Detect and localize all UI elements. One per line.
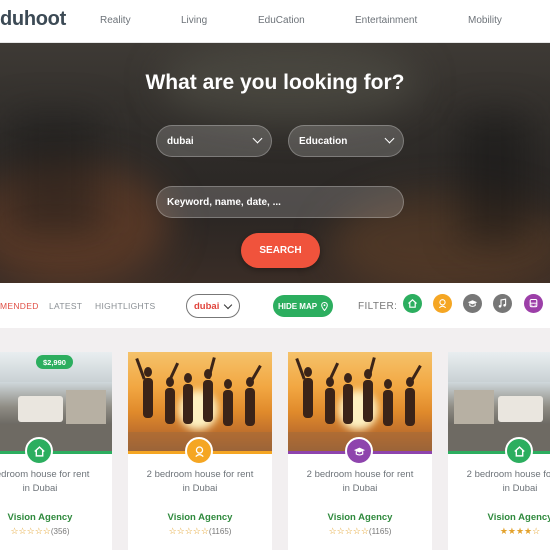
city-select-value: dubai <box>194 300 220 312</box>
listing-card[interactable]: 2 bedroom house for rent in Dubai Vision… <box>448 352 550 550</box>
agency-name[interactable]: Vision Agency <box>0 512 112 523</box>
agency-name[interactable]: Vision Agency <box>128 512 272 523</box>
city-dropdown-value: dubai <box>167 135 194 147</box>
filter-label: FILTER: <box>358 301 398 312</box>
stars: ★★★★☆ <box>499 526 541 536</box>
city-select[interactable]: dubai <box>186 294 240 318</box>
stars: ☆☆☆☆☆ <box>328 526 369 536</box>
nav-item-education[interactable]: EduCation <box>258 15 305 26</box>
category-strip <box>448 451 550 454</box>
listing-title-line: 2 bedroom house for rent <box>146 469 254 480</box>
listing-title-line: in Dubai <box>502 483 538 494</box>
tab-latest[interactable]: LATEST <box>49 301 82 311</box>
listing-title[interactable]: bedroom house for rent in Dubai <box>0 468 106 496</box>
category-strip <box>0 451 112 454</box>
stars: ☆☆☆☆☆ <box>168 526 209 536</box>
listing-title-line: 2 bedroom house for rent <box>306 469 414 480</box>
category-badge <box>25 437 53 465</box>
listing-title-line: in Dubai <box>182 483 218 494</box>
hero-background-building <box>10 113 100 233</box>
listing-title[interactable]: 2 bedroom house for rent in Dubai <box>454 468 550 496</box>
category-badge <box>345 437 373 465</box>
agency-name[interactable]: Vision Agency <box>288 512 432 523</box>
search-button[interactable]: SEARCH <box>241 233 320 268</box>
page: duhoot Reality Living EduCation Entertai… <box>0 0 550 550</box>
hero-title: What are you looking for? <box>145 71 405 94</box>
home-icon <box>408 298 417 308</box>
filter-graduation-button[interactable] <box>463 294 482 313</box>
listing-title-line: 2 bedroom house for rent <box>466 469 550 480</box>
filter-bar: MENDED LATEST HIGHTLIGHTS dubai HIDE MAP… <box>0 283 550 328</box>
chevron-down-icon <box>252 133 263 144</box>
agency-name[interactable]: Vision Agency <box>448 512 550 523</box>
category-badge <box>185 437 213 465</box>
hero-search: What are you looking for? dubai Educatio… <box>0 43 550 283</box>
home-icon <box>513 445 525 457</box>
filter-music-button[interactable] <box>493 294 512 313</box>
star-rating: ☆☆☆☆☆(356) <box>0 526 112 537</box>
chevron-down-icon <box>384 133 395 144</box>
stars: ☆☆☆☆☆ <box>10 526 51 536</box>
graduation-cap-icon <box>353 447 365 456</box>
tab-recommended[interactable]: MENDED <box>0 301 39 311</box>
city-dropdown[interactable]: dubai <box>156 125 272 157</box>
review-count: (1165) <box>368 527 392 536</box>
listing-card[interactable]: 2 bedroom house for rent in Dubai Vision… <box>128 352 272 550</box>
nav-item-living[interactable]: Living <box>181 15 207 26</box>
hide-map-button[interactable]: HIDE MAP <box>273 295 333 317</box>
category-dropdown-value: Education <box>299 135 348 147</box>
listing-card[interactable]: 2 bedroom house for rent in Dubai Vision… <box>288 352 432 550</box>
star-rating: ☆☆☆☆☆(1165) <box>288 526 432 537</box>
education-icon <box>438 299 447 309</box>
review-count: (356) <box>50 527 70 536</box>
filter-home-button[interactable] <box>403 294 422 313</box>
nav-item-mobility[interactable]: Mobility <box>468 15 502 26</box>
map-pin-icon <box>321 301 328 311</box>
listing-title[interactable]: 2 bedroom house for rent in Dubai <box>294 468 426 496</box>
star-rating: ★★★★☆ <box>448 526 550 537</box>
keyword-placeholder: Keyword, name, date, ... <box>167 196 281 208</box>
listing-title[interactable]: 2 bedroom house for rent in Dubai <box>134 468 266 496</box>
price-badge: $2,990 <box>36 355 73 369</box>
home-icon <box>33 445 45 457</box>
filter-bus-button[interactable] <box>524 294 543 313</box>
star-rating: ☆☆☆☆☆(1165) <box>128 526 272 537</box>
graduation-cap-icon <box>467 300 478 307</box>
tab-highlights[interactable]: HIGHTLIGHTS <box>95 301 155 311</box>
education-icon <box>194 445 204 457</box>
keyword-search-input[interactable]: Keyword, name, date, ... <box>156 186 404 218</box>
listing-title-line: bedroom house for rent <box>0 469 90 480</box>
music-icon <box>498 298 507 308</box>
listing-title-line: in Dubai <box>22 483 58 494</box>
hide-map-label: HIDE MAP <box>277 301 318 311</box>
bus-icon <box>529 298 538 308</box>
category-badge <box>505 437 533 465</box>
listing-card[interactable]: $2,990 bedroom house for rent in Dubai V… <box>0 352 112 550</box>
nav-item-reality[interactable]: Reality <box>100 15 131 26</box>
chevron-down-icon <box>223 300 233 310</box>
brand-logo[interactable]: duhoot <box>0 8 66 31</box>
nav-item-entertainment[interactable]: Entertainment <box>355 15 417 26</box>
listing-title-line: in Dubai <box>342 483 378 494</box>
hero-background-building <box>460 113 530 243</box>
review-count: (1165) <box>208 527 232 536</box>
listing-photo <box>448 352 550 452</box>
top-navigation: duhoot Reality Living EduCation Entertai… <box>0 0 550 43</box>
category-dropdown[interactable]: Education <box>288 125 404 157</box>
filter-education-button[interactable] <box>433 294 452 313</box>
